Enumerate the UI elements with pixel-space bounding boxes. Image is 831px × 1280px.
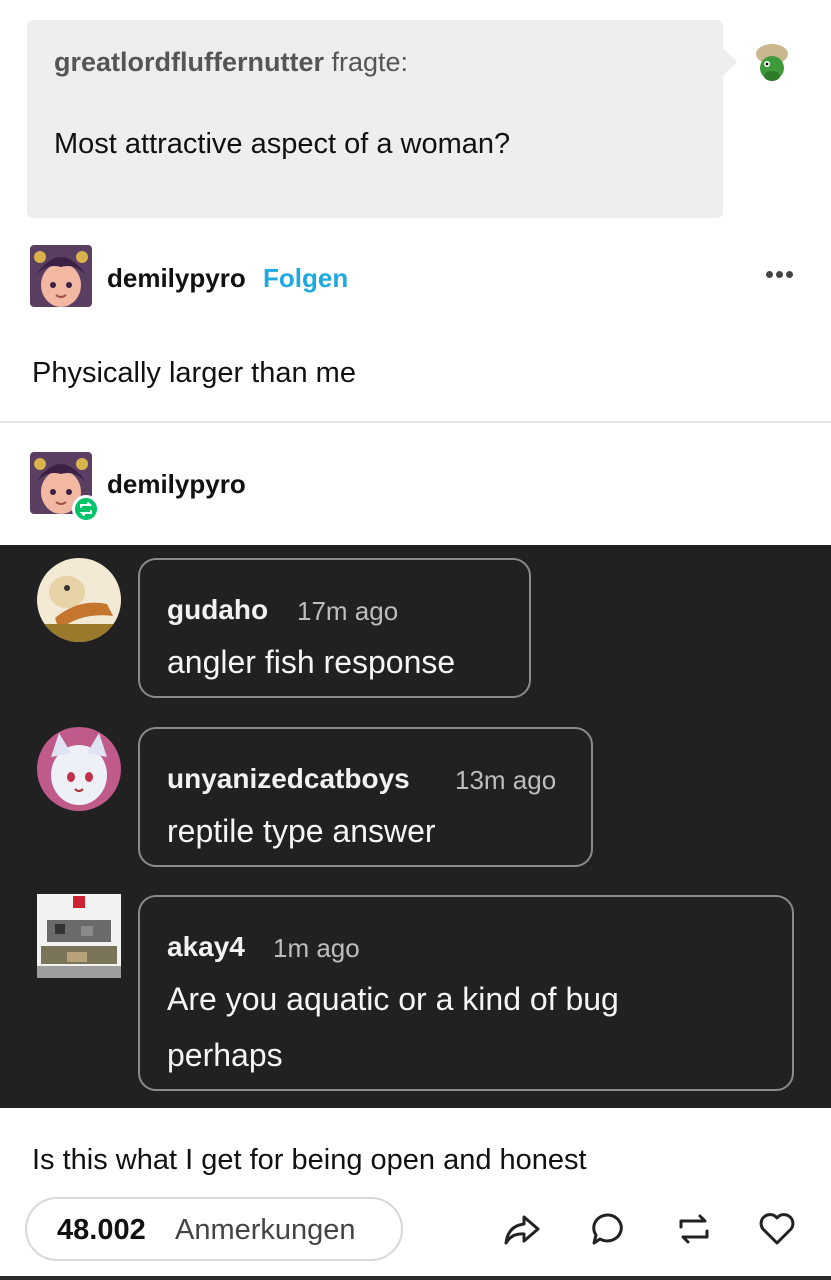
comments-screenshot: gudaho 17m ago angler fish response unya… bbox=[0, 545, 831, 1108]
ellipsis-icon[interactable] bbox=[766, 265, 802, 279]
comment-username[interactable]: gudaho bbox=[167, 594, 268, 626]
bottom-edge bbox=[0, 1276, 831, 1280]
comment-text: angler fish response bbox=[167, 644, 456, 680]
comment-text: Are you aquatic or a kind of bug bbox=[167, 981, 619, 1017]
ask-box: greatlordfluffernutter fragte: Most attr… bbox=[27, 20, 737, 218]
comment-bubble: akay4 1m ago Are you aquatic or a kind o… bbox=[138, 895, 794, 1091]
notes-label: Anmerkungen bbox=[175, 1214, 356, 1246]
comment-bubble: unyanizedcatboys 13m ago reptile type an… bbox=[138, 727, 593, 867]
comment-text: perhaps bbox=[167, 1037, 283, 1073]
notes-button[interactable]: 48.002 Anmerkungen bbox=[25, 1197, 403, 1261]
like-icon[interactable] bbox=[757, 1209, 797, 1249]
comment-bubble: gudaho 17m ago angler fish response bbox=[138, 558, 531, 698]
asker-avatar[interactable] bbox=[750, 40, 794, 84]
comment-avatar bbox=[37, 727, 121, 811]
ask-verb: fragte: bbox=[331, 47, 409, 77]
share-icon[interactable] bbox=[502, 1209, 542, 1249]
username[interactable]: demilypyro bbox=[107, 263, 246, 294]
comment-username[interactable]: unyanizedcatboys bbox=[167, 763, 410, 795]
answer-text: Physically larger than me bbox=[32, 357, 356, 389]
reblog-icon bbox=[72, 495, 100, 523]
reblog-icon[interactable] bbox=[674, 1209, 714, 1249]
reply-icon[interactable] bbox=[589, 1209, 629, 1249]
divider bbox=[0, 421, 831, 423]
green-dinosaur-avatar-icon bbox=[756, 44, 788, 81]
comment-time: 1m ago bbox=[273, 933, 360, 963]
comment-avatar bbox=[37, 558, 121, 642]
notes-count: 48.002 bbox=[57, 1214, 146, 1246]
comment-time: 17m ago bbox=[297, 596, 399, 626]
ask-question: Most attractive aspect of a woman? bbox=[54, 128, 511, 160]
comment-text: reptile type answer bbox=[167, 813, 436, 849]
asker-name[interactable]: greatlordfluffernutter bbox=[54, 47, 324, 77]
demilypyro-avatar-icon bbox=[30, 245, 92, 307]
ask-header: greatlordfluffernutter fragte: bbox=[54, 47, 408, 78]
avatar[interactable] bbox=[30, 245, 92, 307]
comment-username[interactable]: akay4 bbox=[167, 931, 245, 963]
closing-text: Is this what I get for being open and ho… bbox=[32, 1144, 587, 1176]
comment-avatar bbox=[37, 894, 121, 978]
follow-button[interactable]: Folgen bbox=[263, 263, 348, 294]
gudaho-avatar-icon bbox=[37, 558, 121, 642]
reblog-username[interactable]: demilypyro bbox=[107, 469, 246, 500]
akay4-avatar-icon bbox=[37, 894, 121, 978]
comment-time: 13m ago bbox=[455, 765, 557, 795]
unyanizedcatboys-avatar-icon bbox=[37, 727, 121, 811]
